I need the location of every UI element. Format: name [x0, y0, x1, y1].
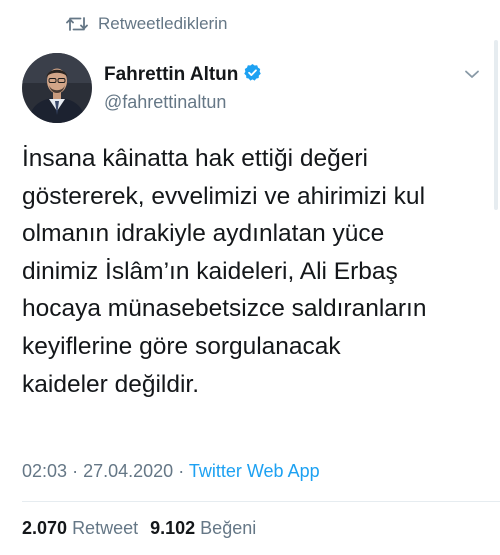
- author-display-name[interactable]: Fahrettin Altun: [104, 64, 238, 86]
- meta-separator: ·: [178, 461, 185, 481]
- likes-count: 9.102: [150, 518, 196, 538]
- tweet-time[interactable]: 02:03: [22, 461, 67, 481]
- likes-stat[interactable]: 9.102 Beğeni: [150, 518, 256, 538]
- tweet-author: Fahrettin Altun @fahrettinaltun: [22, 53, 262, 123]
- tweet-meta: 02:03 · 27.04.2020 · Twitter Web App: [22, 461, 320, 482]
- chevron-down-icon[interactable]: [462, 64, 482, 89]
- meta-separator: ·: [72, 461, 79, 481]
- likes-label: Beğeni: [200, 518, 257, 538]
- tweet-text: İnsana kâinatta hak ettiği değeri göster…: [22, 145, 427, 398]
- divider: [22, 501, 500, 502]
- retweet-icon: [66, 15, 88, 33]
- tweet-source-link[interactable]: Twitter Web App: [189, 461, 320, 481]
- scrollbar[interactable]: [494, 40, 498, 210]
- retweet-notice[interactable]: Retweetlediklerin: [66, 12, 227, 36]
- tweet-date[interactable]: 27.04.2020: [83, 461, 173, 481]
- avatar[interactable]: [22, 53, 92, 123]
- retweet-notice-label: Retweetlediklerin: [98, 14, 228, 33]
- verified-badge-icon: [243, 63, 262, 87]
- tweet-stats: 2.070 Retweet 9.102 Beğeni: [22, 518, 256, 539]
- author-handle[interactable]: @fahrettinaltun: [104, 92, 262, 113]
- retweets-label: Retweet: [72, 518, 139, 538]
- retweets-stat[interactable]: 2.070 Retweet: [22, 518, 138, 538]
- retweets-count: 2.070: [22, 518, 68, 538]
